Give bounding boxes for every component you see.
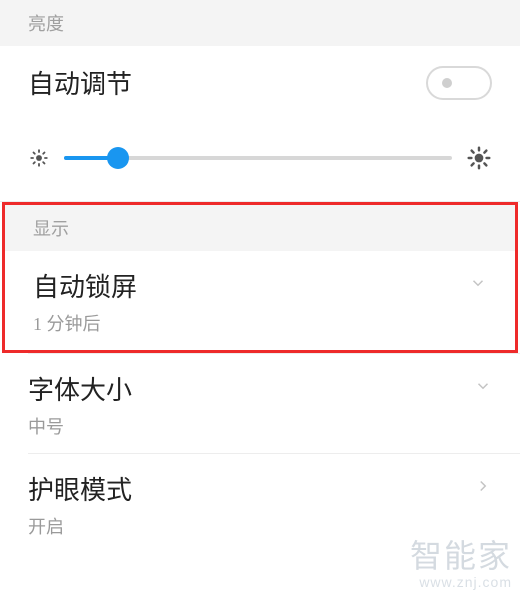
brightness-slider[interactable] bbox=[64, 156, 452, 160]
auto-lock-label: 自动锁屏 bbox=[33, 267, 469, 304]
section-header-brightness: 亮度 bbox=[0, 0, 520, 46]
font-size-value: 中号 bbox=[28, 413, 492, 439]
row-auto-lock[interactable]: 自动锁屏 1 分钟后 bbox=[5, 251, 515, 350]
font-size-label: 字体大小 bbox=[28, 370, 474, 407]
eye-care-value: 开启 bbox=[28, 513, 492, 539]
row-auto-adjust[interactable]: 自动调节 bbox=[0, 46, 520, 119]
auto-adjust-toggle[interactable] bbox=[426, 66, 492, 100]
auto-adjust-label: 自动调节 bbox=[28, 64, 426, 101]
row-brightness-slider bbox=[0, 119, 520, 202]
row-eye-care[interactable]: 护眼模式 开启 bbox=[0, 454, 520, 553]
chevron-down-icon bbox=[474, 377, 492, 400]
eye-care-label: 护眼模式 bbox=[28, 470, 474, 507]
brightness-high-icon bbox=[466, 145, 492, 171]
auto-lock-value: 1 分钟后 bbox=[33, 310, 487, 336]
section-header-display: 显示 bbox=[5, 205, 515, 251]
section-header-display-label: 显示 bbox=[33, 219, 69, 239]
watermark-url: www.znj.com bbox=[410, 575, 512, 590]
row-font-size[interactable]: 字体大小 中号 bbox=[0, 354, 520, 453]
highlight-box: 显示 自动锁屏 1 分钟后 bbox=[2, 202, 518, 353]
chevron-down-icon bbox=[469, 274, 487, 297]
chevron-right-icon bbox=[474, 477, 492, 500]
section-header-brightness-label: 亮度 bbox=[28, 14, 64, 34]
toggle-knob bbox=[442, 78, 452, 88]
brightness-low-icon bbox=[28, 147, 50, 169]
brightness-slider-thumb[interactable] bbox=[107, 147, 129, 169]
